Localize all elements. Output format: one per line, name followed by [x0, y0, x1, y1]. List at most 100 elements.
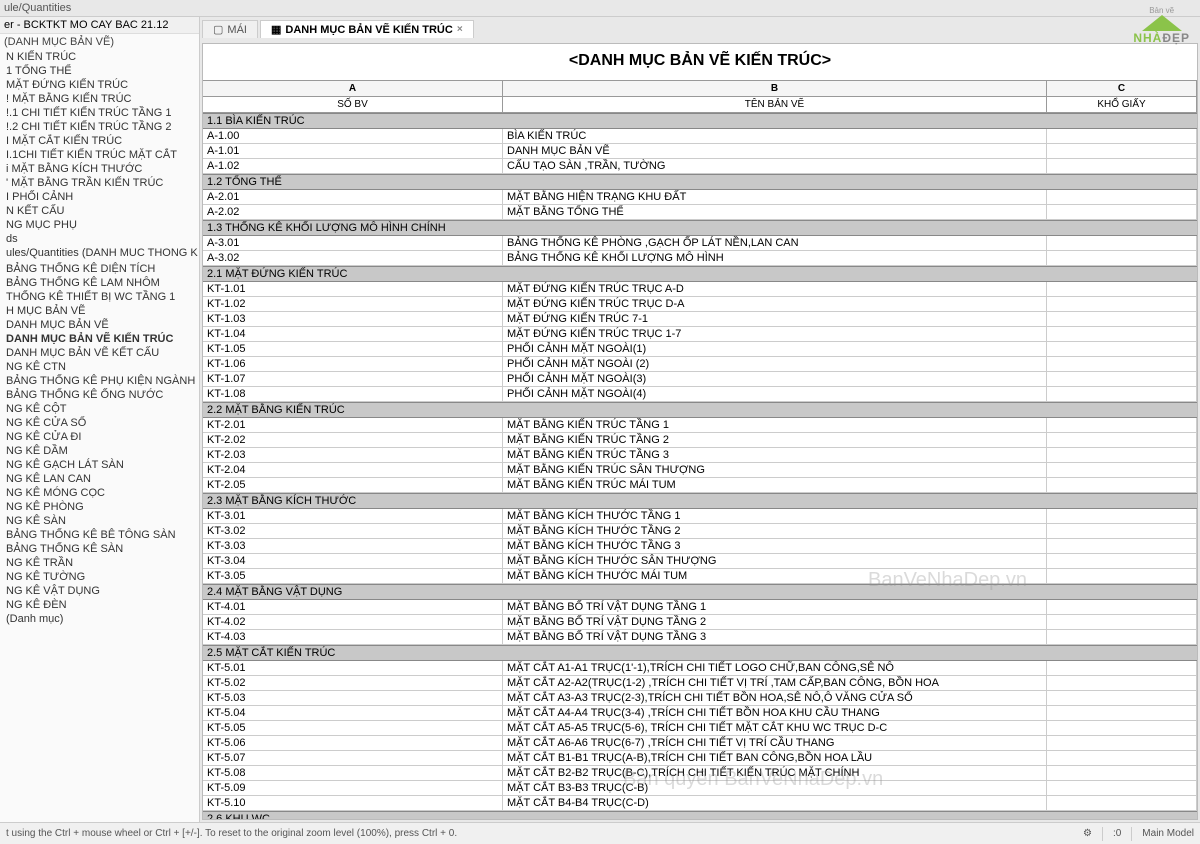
- tree-item[interactable]: NG KÊ VẬT DỤNG: [0, 584, 199, 598]
- section-header[interactable]: 2.5 MẶT CẮT KIẾN TRÚC: [203, 645, 1197, 661]
- tree-item[interactable]: NG KÊ PHÒNG: [0, 500, 199, 514]
- tree-item[interactable]: (Danh mục): [0, 612, 199, 626]
- tree-item[interactable]: i MẶT BẰNG KÍCH THƯỚC: [0, 162, 199, 176]
- table-row[interactable]: KT-5.02MẶT CẮT A2-A2(TRỤC(1-2) ,TRÍCH CH…: [203, 676, 1197, 691]
- table-row[interactable]: KT-2.03MẶT BẰNG KIẾN TRÚC TẦNG 3: [203, 448, 1197, 463]
- section-header[interactable]: 2.1 MẶT ĐỨNG KIẾN TRÚC: [203, 266, 1197, 282]
- table-row[interactable]: KT-3.01MẶT BẰNG KÍCH THƯỚC TẦNG 1: [203, 509, 1197, 524]
- tree-item[interactable]: H MỤC BẢN VẼ: [0, 304, 199, 318]
- section-header[interactable]: 2.3 MẶT BẰNG KÍCH THƯỚC: [203, 493, 1197, 509]
- table-row[interactable]: A-3.01BẢNG THỐNG KÊ PHÒNG ,GẠCH ỐP LÁT N…: [203, 236, 1197, 251]
- table-row[interactable]: KT-1.01MẶT ĐỨNG KIẾN TRÚC TRỤC A-D: [203, 282, 1197, 297]
- tree-item[interactable]: NG KÊ CỬA SỔ: [0, 416, 199, 430]
- table-row[interactable]: KT-3.03MẶT BẰNG KÍCH THƯỚC TẦNG 3: [203, 539, 1197, 554]
- table-row[interactable]: A-1.02CẤU TẠO SÀN ,TRẦN, TƯỜNG: [203, 159, 1197, 174]
- tree-item[interactable]: NG KÊ SÀN: [0, 514, 199, 528]
- table-row[interactable]: KT-4.01MẶT BẰNG BỐ TRÍ VẬT DỤNG TẦNG 1: [203, 600, 1197, 615]
- tree-item[interactable]: ds: [0, 232, 199, 246]
- tree-item[interactable]: NG KÊ ĐÈN: [0, 598, 199, 612]
- table-row[interactable]: A-1.01DANH MỤC BẢN VẼ: [203, 144, 1197, 159]
- tree-item[interactable]: NG KÊ DẦM: [0, 444, 199, 458]
- table-row[interactable]: KT-1.05PHỐI CẢNH MẶT NGOÀI(1): [203, 342, 1197, 357]
- table-row[interactable]: KT-2.02MẶT BẰNG KIẾN TRÚC TẦNG 2: [203, 433, 1197, 448]
- tree-item[interactable]: NG MỤC PHỤ: [0, 218, 199, 232]
- tree-item[interactable]: NG KÊ GẠCH LÁT SÀN: [0, 458, 199, 472]
- table-row[interactable]: KT-3.04MẶT BẰNG KÍCH THƯỚC SÂN THƯỢNG: [203, 554, 1197, 569]
- section-header[interactable]: 1.2 TỔNG THỂ: [203, 174, 1197, 190]
- tree-item[interactable]: MẶT ĐỨNG KIẾN TRÚC: [0, 78, 199, 92]
- tree-item[interactable]: NG KÊ CỬA ĐI: [0, 430, 199, 444]
- table-row[interactable]: KT-1.02MẶT ĐỨNG KIẾN TRÚC TRỤC D-A: [203, 297, 1197, 312]
- model-selector[interactable]: Main Model: [1142, 828, 1194, 839]
- tree-item[interactable]: BẢNG THỐNG KÊ DIỆN TÍCH: [0, 262, 199, 276]
- view-tabs[interactable]: ▢MÁI▦DANH MỤC BẢN VẼ KIẾN TRÚC×: [200, 17, 1200, 41]
- table-row[interactable]: KT-5.09MẶT CẮT B3-B3 TRỤC(C-B): [203, 781, 1197, 796]
- tree-item[interactable]: NG KÊ CTN: [0, 360, 199, 374]
- schedule-view[interactable]: <DANH MỤC BẢN VẼ KIẾN TRÚC> A B C SỐ BV …: [202, 43, 1198, 820]
- table-row[interactable]: KT-1.07PHỐI CẢNH MẶT NGOÀI(3): [203, 372, 1197, 387]
- table-row[interactable]: KT-2.05MẶT BẰNG KIẾN TRÚC MÁI TUM: [203, 478, 1197, 493]
- section-header[interactable]: 1.1 BÌA KIẾN TRÚC: [203, 113, 1197, 129]
- tree-item[interactable]: NG KÊ CỘT: [0, 402, 199, 416]
- tree-item[interactable]: NG KÊ TƯỜNG: [0, 570, 199, 584]
- section-header[interactable]: 2.2 MẶT BẰNG KIẾN TRÚC: [203, 402, 1197, 418]
- table-row[interactable]: A-1.00BÌA KIẾN TRÚC: [203, 129, 1197, 144]
- tree-item[interactable]: !.1 CHI TIẾT KIẾN TRÚC TẦNG 1: [0, 106, 199, 120]
- tree-item[interactable]: ules/Quantities (DANH MUC THONG K: [0, 246, 199, 260]
- tree-item[interactable]: DANH MỤC BẢN VẼ: [0, 318, 199, 332]
- column-headers: SỐ BV TÊN BẢN VẼ KHỔ GIẤY: [203, 97, 1197, 113]
- status-bar: t using the Ctrl + mouse wheel or Ctrl +…: [0, 822, 1200, 844]
- close-icon[interactable]: ×: [457, 24, 463, 35]
- view-tab[interactable]: ▢MÁI: [202, 20, 258, 38]
- tree-item[interactable]: DANH MỤC BẢN VẼ KIẾN TRÚC: [0, 332, 199, 346]
- tree-item[interactable]: I.1CHI TIẾT KIẾN TRÚC MẶT CẮT: [0, 148, 199, 162]
- table-row[interactable]: KT-4.03MẶT BẰNG BỐ TRÍ VẬT DỤNG TẦNG 3: [203, 630, 1197, 645]
- table-row[interactable]: KT-5.03MẶT CẮT A3-A3 TRỤC(2-3),TRÍCH CHI…: [203, 691, 1197, 706]
- tree-item[interactable]: BẢNG THỐNG KÊ ỐNG NƯỚC: [0, 388, 199, 402]
- tree-item[interactable]: THỐNG KÊ THIẾT BỊ WC TẦNG 1: [0, 290, 199, 304]
- tree-item[interactable]: BẢNG THỐNG KÊ BÊ TÔNG SÀN: [0, 528, 199, 542]
- tree-item[interactable]: N KIẾN TRÚC: [0, 50, 199, 64]
- table-row[interactable]: KT-5.01MẶT CẮT A1-A1 TRỤC(1'-1),TRÍCH CH…: [203, 661, 1197, 676]
- tree-item[interactable]: I MẶT CẮT KIẾN TRÚC: [0, 134, 199, 148]
- table-row[interactable]: A-3.02BẢNG THỐNG KÊ KHỐI LƯỢNG MÔ HÌNH: [203, 251, 1197, 266]
- tree-item[interactable]: NG KÊ TRẦN: [0, 556, 199, 570]
- tree-item[interactable]: ' MẶT BẰNG TRẦN KIẾN TRÚC: [0, 176, 199, 190]
- browser-tree[interactable]: N KIẾN TRÚC1 TỔNG THỂ MẶT ĐỨNG KIẾN TRÚC…: [0, 50, 199, 822]
- table-row[interactable]: KT-1.06PHỐI CẢNH MẶT NGOÀI (2): [203, 357, 1197, 372]
- tree-item[interactable]: !.2 CHI TIẾT KIẾN TRÚC TẦNG 2: [0, 120, 199, 134]
- table-row[interactable]: KT-5.07MẶT CẮT B1-B1 TRỤC(A-B),TRÍCH CHI…: [203, 751, 1197, 766]
- table-row[interactable]: KT-5.06MẶT CẮT A6-A6 TRỤC(6-7) ,TRÍCH CH…: [203, 736, 1197, 751]
- table-row[interactable]: KT-5.05MẶT CẮT A5-A5 TRỤC(5-6), TRÍCH CH…: [203, 721, 1197, 736]
- tree-item[interactable]: BẢNG THỐNG KÊ PHỤ KIỆN NGÀNH: [0, 374, 199, 388]
- table-row[interactable]: KT-2.04MẶT BẰNG KIẾN TRÚC SÂN THƯỢNG: [203, 463, 1197, 478]
- tree-item[interactable]: N KẾT CẤU: [0, 204, 199, 218]
- tree-item[interactable]: DANH MỤC BẢN VẼ KẾT CẤU: [0, 346, 199, 360]
- section-header[interactable]: 1.3 THỐNG KÊ KHỐI LƯỢNG MÔ HÌNH CHÍNH: [203, 220, 1197, 236]
- table-row[interactable]: KT-2.01MẶT BẰNG KIẾN TRÚC TẦNG 1: [203, 418, 1197, 433]
- tree-item[interactable]: NG KÊ MÓNG CỌC: [0, 486, 199, 500]
- zoom-level[interactable]: :0: [1113, 828, 1121, 839]
- tree-item[interactable]: 1 TỔNG THỂ: [0, 64, 199, 78]
- table-row[interactable]: KT-3.05MẶT BẰNG KÍCH THƯỚC MÁI TUM: [203, 569, 1197, 584]
- table-row[interactable]: A-2.02MẶT BẰNG TỔNG THỂ: [203, 205, 1197, 220]
- table-row[interactable]: KT-1.03MẶT ĐỨNG KIẾN TRÚC 7-1: [203, 312, 1197, 327]
- table-row[interactable]: KT-4.02MẶT BẰNG BỐ TRÍ VẬT DỤNG TẦNG 2: [203, 615, 1197, 630]
- tree-item[interactable]: I PHỐI CẢNH: [0, 190, 199, 204]
- table-row[interactable]: A-2.01MẶT BẰNG HIỆN TRẠNG KHU ĐẤT: [203, 190, 1197, 205]
- table-row[interactable]: KT-3.02MẶT BẰNG KÍCH THƯỚC TẦNG 2: [203, 524, 1197, 539]
- top-breadcrumb: ule/Quantities: [0, 0, 1200, 17]
- tree-item[interactable]: ! MẶT BẰNG KIẾN TRÚC: [0, 92, 199, 106]
- tree-item[interactable]: NG KÊ LAN CAN: [0, 472, 199, 486]
- project-browser[interactable]: er - BCKTKT MO CAY BAC 21.12 (DANH MỤC B…: [0, 17, 200, 822]
- section-header[interactable]: 2.6 KHU WC: [203, 811, 1197, 820]
- table-row[interactable]: KT-1.04MẶT ĐỨNG KIẾN TRÚC TRỤC 1-7: [203, 327, 1197, 342]
- table-row[interactable]: KT-5.10MẶT CẮT B4-B4 TRỤC(C-D): [203, 796, 1197, 811]
- section-header[interactable]: 2.4 MẶT BẰNG VẬT DỤNG: [203, 584, 1197, 600]
- table-row[interactable]: KT-5.08MẶT CẮT B2-B2 TRỤC(B-C),TRÍCH CHI…: [203, 766, 1197, 781]
- tree-item[interactable]: BẢNG THỐNG KÊ SÀN: [0, 542, 199, 556]
- view-tab[interactable]: ▦DANH MỤC BẢN VẼ KIẾN TRÚC×: [260, 20, 474, 38]
- table-row[interactable]: KT-5.04MẶT CẮT A4-A4 TRỤC(3-4) ,TRÍCH CH…: [203, 706, 1197, 721]
- table-row[interactable]: KT-1.08PHỐI CẢNH MẶT NGOÀI(4): [203, 387, 1197, 402]
- tree-item[interactable]: BẢNG THỐNG KÊ LAM NHÔM: [0, 276, 199, 290]
